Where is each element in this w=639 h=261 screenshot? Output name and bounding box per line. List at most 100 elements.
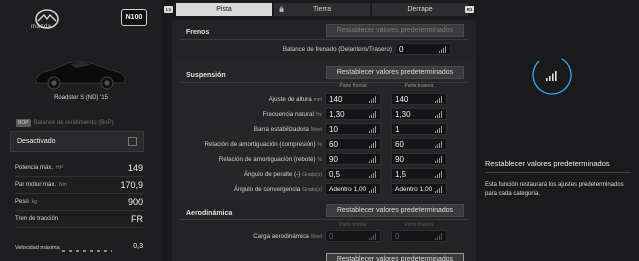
- suspension-rear-field[interactable]: 90: [391, 153, 447, 165]
- car-image: [35, 61, 126, 90]
- level-bars-icon: [369, 96, 376, 103]
- spec-value: 0,3: [133, 243, 143, 250]
- brake-balance-value: 0: [399, 45, 404, 54]
- car-info-panel: mazda N100 Roadster S (ND) '15 BOP Balan…: [0, 0, 162, 261]
- downforce-front-field[interactable]: 0: [325, 230, 381, 242]
- bop-header: BOP Balance de rendimiento (BoP): [16, 118, 114, 128]
- param-value: 140: [395, 95, 409, 104]
- tab-tierra[interactable]: Tierra: [274, 3, 370, 16]
- performance-points-badge: N100: [121, 9, 147, 26]
- suspension-front-field[interactable]: Adentro 1,00: [325, 183, 381, 195]
- param-label: Frecuencia natural: [262, 111, 314, 118]
- suspension-param-label: Ángulo de convergencia Grado(s): [234, 186, 322, 193]
- reset-suspension-button[interactable]: Restablecer valores predeterminados: [326, 66, 464, 79]
- suspension-rear-field[interactable]: 1: [391, 123, 447, 135]
- param-unit: Hz: [315, 112, 322, 118]
- info-description: Esta función restaurará los ajustes pred…: [485, 182, 624, 197]
- col-head-front: Parte frontal: [339, 83, 367, 89]
- bop-label: Balance de rendimiento (BoP): [33, 120, 114, 126]
- suspension-rear-field[interactable]: 140: [391, 93, 447, 105]
- section-title-aero: Aerodinámica: [186, 210, 233, 217]
- loading-spinner-icon: [532, 55, 572, 95]
- r1-button[interactable]: R1: [465, 6, 474, 13]
- lock-icon: [279, 6, 284, 12]
- suspension-param-label: Relación de amortiguación (compresión)%: [204, 141, 322, 148]
- param-value: 90: [329, 155, 338, 164]
- level-bars-icon: [435, 141, 442, 148]
- top-speed-bar: [62, 250, 112, 252]
- param-unit: mm: [313, 97, 322, 103]
- car-name: Roadster S (ND) '15: [54, 95, 108, 101]
- param-unit: Nivel: [310, 234, 322, 240]
- suspension-front-field[interactable]: 90: [325, 153, 381, 165]
- spec-label: Potencia máx.: [15, 165, 54, 171]
- spec-value: FR: [131, 214, 143, 224]
- divider: [180, 219, 468, 220]
- section-title-suspension: Suspensión: [186, 72, 226, 79]
- param-label: Ángulo de convergencia: [233, 186, 301, 193]
- brand-name: mazda: [31, 24, 52, 30]
- downforce-label: Carga aerodinámica: [253, 233, 309, 240]
- spec-row-top-speed: Velocidad máxima 0,3: [15, 241, 143, 257]
- tab-derrape[interactable]: Derrape: [372, 3, 468, 16]
- spec-value: 149: [127, 163, 143, 173]
- param-label: Barra estabilizadora: [253, 126, 309, 133]
- level-bars-icon: [439, 46, 446, 53]
- suspension-rear-field[interactable]: 1,30: [391, 108, 447, 120]
- suspension-front-field[interactable]: 0,5: [325, 168, 381, 180]
- suspension-front-field[interactable]: 140: [325, 93, 381, 105]
- col-head-rear: Parte trasera: [404, 83, 434, 89]
- reset-frenos-button[interactable]: Restablecer valores predeterminados: [326, 24, 464, 37]
- info-panel: Restablecer valores predeterminados Esta…: [477, 0, 639, 261]
- spec-row-power: Potencia máx. HP 149: [15, 161, 143, 177]
- settings-panel: Frenos Restablecer valores predeterminad…: [172, 20, 476, 261]
- downforce-rear-value: 0: [395, 232, 400, 241]
- downforce-rear-field[interactable]: 0: [391, 230, 447, 242]
- brake-balance-field[interactable]: 0: [395, 43, 451, 55]
- spec-label: Par motor máx.: [15, 182, 57, 188]
- param-value: 90: [395, 155, 404, 164]
- tab-pista[interactable]: Pista: [176, 3, 272, 16]
- param-value: 60: [395, 140, 404, 149]
- level-bars-icon: [369, 126, 376, 133]
- spec-unit: kg: [31, 199, 37, 205]
- tab-label: Tierra: [312, 6, 332, 13]
- reset-next-button[interactable]: Restablecer valores predeterminados: [326, 253, 464, 261]
- divider: [485, 172, 631, 173]
- bop-tag: BOP: [16, 119, 31, 127]
- param-unit: %: [317, 142, 322, 148]
- suspension-param-label: Barra estabilizadora Nivel: [254, 126, 322, 133]
- param-label: Ajuste de altura: [268, 96, 312, 103]
- suspension-front-field[interactable]: 10: [325, 123, 381, 135]
- param-value: 1,5: [395, 170, 407, 179]
- level-bars-icon: [369, 111, 376, 118]
- param-unit: Grado(s): [302, 172, 322, 178]
- param-label: Ángulo de peralte (-): [243, 171, 301, 178]
- param-value: 1: [395, 125, 400, 134]
- level-bars-icon: [369, 233, 376, 240]
- level-bars-icon: [435, 111, 442, 118]
- bop-toggle[interactable]: Desactivado: [10, 131, 144, 152]
- checkbox-icon: [128, 137, 137, 146]
- level-bars-icon: [435, 186, 442, 193]
- downforce-front-value: 0: [329, 232, 334, 241]
- level-bars-icon: [435, 156, 442, 163]
- param-value: Adentro 1,00: [329, 186, 367, 193]
- param-unit: %: [317, 157, 322, 163]
- level-bars-icon: [435, 171, 442, 178]
- suspension-front-field[interactable]: 60: [325, 138, 381, 150]
- l1-button[interactable]: L1: [164, 6, 173, 13]
- spec-label: Tren de tracción: [15, 216, 59, 222]
- suspension-front-field[interactable]: 1,30: [325, 108, 381, 120]
- reset-aero-button[interactable]: Restablecer valores predeterminados: [326, 204, 464, 217]
- suspension-rear-field[interactable]: Adentro 1,00: [391, 183, 447, 195]
- suspension-param-label: Ángulo de peralte (-) Grado(s): [244, 171, 322, 178]
- suspension-rear-field[interactable]: 60: [391, 138, 447, 150]
- divider: [180, 39, 468, 40]
- param-value: 140: [329, 95, 343, 104]
- param-value: 60: [329, 140, 338, 149]
- suspension-param-label: Ajuste de altura mm: [269, 96, 322, 103]
- info-title: Restablecer valores predeterminados: [485, 159, 610, 168]
- level-bars-icon: [369, 156, 376, 163]
- suspension-rear-field[interactable]: 1,5: [391, 168, 447, 180]
